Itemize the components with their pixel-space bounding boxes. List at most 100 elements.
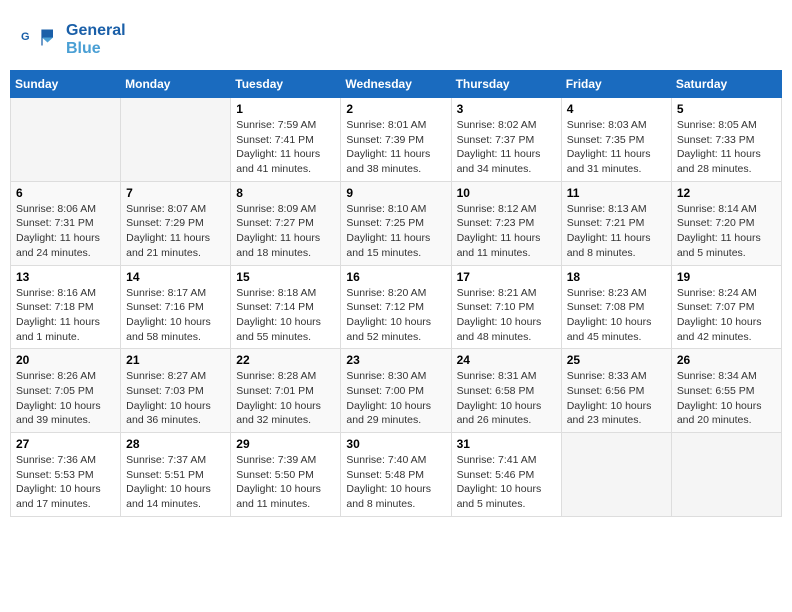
day-info: Sunrise: 8:34 AMSunset: 6:55 PMDaylight:… [677, 369, 776, 428]
calendar-cell: 8 Sunrise: 8:09 AMSunset: 7:27 PMDaylight… [231, 181, 341, 265]
day-number: 25 [567, 353, 666, 367]
calendar-cell: 23 Sunrise: 8:30 AMSunset: 7:00 PMDayligh… [341, 349, 451, 433]
calendar-cell [121, 98, 231, 182]
day-number: 22 [236, 353, 335, 367]
calendar-cell: 24 Sunrise: 8:31 AMSunset: 6:58 PMDayligh… [451, 349, 561, 433]
day-number: 20 [16, 353, 115, 367]
day-info: Sunrise: 8:27 AMSunset: 7:03 PMDaylight:… [126, 369, 225, 428]
day-info: Sunrise: 8:06 AMSunset: 7:31 PMDaylight:… [16, 202, 115, 261]
calendar-cell: 10 Sunrise: 8:12 AMSunset: 7:23 PMDayligh… [451, 181, 561, 265]
day-number: 18 [567, 270, 666, 284]
day-number: 12 [677, 186, 776, 200]
calendar-cell: 14 Sunrise: 8:17 AMSunset: 7:16 PMDayligh… [121, 265, 231, 349]
calendar-cell: 30Sunrise: 7:40 AMSunset: 5:48 PMDayligh… [341, 433, 451, 517]
day-number: 21 [126, 353, 225, 367]
day-info: Sunrise: 8:01 AMSunset: 7:39 PMDaylight:… [346, 118, 445, 177]
day-info: Sunrise: 8:30 AMSunset: 7:00 PMDaylight:… [346, 369, 445, 428]
day-info: Sunrise: 7:39 AMSunset: 5:50 PMDaylight:… [236, 453, 335, 512]
day-number: 5 [677, 102, 776, 116]
day-number: 16 [346, 270, 445, 284]
day-info: Sunrise: 8:16 AMSunset: 7:18 PMDaylight:… [16, 286, 115, 345]
calendar-cell: 2 Sunrise: 8:01 AMSunset: 7:39 PMDaylight… [341, 98, 451, 182]
day-number: 19 [677, 270, 776, 284]
day-number: 9 [346, 186, 445, 200]
calendar-cell: 27Sunrise: 7:36 AMSunset: 5:53 PMDayligh… [11, 433, 121, 517]
calendar-header-row: SundayMondayTuesdayWednesdayThursdayFrid… [11, 71, 782, 98]
day-number: 8 [236, 186, 335, 200]
calendar-cell: 11Sunrise: 8:13 AMSunset: 7:21 PMDayligh… [561, 181, 671, 265]
day-number: 24 [457, 353, 556, 367]
calendar-week-3: 13 Sunrise: 8:16 AMSunset: 7:18 PMDayligh… [11, 265, 782, 349]
calendar-cell: 5Sunrise: 8:05 AMSunset: 7:33 PMDaylight… [671, 98, 781, 182]
day-number: 3 [457, 102, 556, 116]
calendar-cell: 1 Sunrise: 7:59 AMSunset: 7:41 PMDaylight… [231, 98, 341, 182]
day-number: 28 [126, 437, 225, 451]
calendar-cell: 22Sunrise: 8:28 AMSunset: 7:01 PMDayligh… [231, 349, 341, 433]
calendar-cell: 31 Sunrise: 7:41 AMSunset: 5:46 PMDayligh… [451, 433, 561, 517]
day-number: 26 [677, 353, 776, 367]
weekday-header-friday: Friday [561, 71, 671, 98]
day-number: 31 [457, 437, 556, 451]
day-info: Sunrise: 8:17 AMSunset: 7:16 PMDaylight:… [126, 286, 225, 345]
day-info: Sunrise: 7:59 AMSunset: 7:41 PMDaylight:… [236, 118, 335, 177]
day-info: Sunrise: 8:02 AMSunset: 7:37 PMDaylight:… [457, 118, 556, 177]
day-info: Sunrise: 7:41 AMSunset: 5:46 PMDaylight:… [457, 453, 556, 512]
day-number: 4 [567, 102, 666, 116]
day-info: Sunrise: 8:23 AMSunset: 7:08 PMDaylight:… [567, 286, 666, 345]
logo-blue: Blue [66, 40, 101, 57]
day-number: 7 [126, 186, 225, 200]
day-number: 10 [457, 186, 556, 200]
calendar-cell: 29 Sunrise: 7:39 AMSunset: 5:50 PMDayligh… [231, 433, 341, 517]
day-number: 23 [346, 353, 445, 367]
day-info: Sunrise: 7:37 AMSunset: 5:51 PMDaylight:… [126, 453, 225, 512]
day-info: Sunrise: 8:26 AMSunset: 7:05 PMDaylight:… [16, 369, 115, 428]
day-info: Sunrise: 8:21 AMSunset: 7:10 PMDaylight:… [457, 286, 556, 345]
calendar-cell: 19 Sunrise: 8:24 AMSunset: 7:07 PMDayligh… [671, 265, 781, 349]
svg-text:G: G [21, 31, 30, 43]
logo-general: General [66, 22, 126, 39]
weekday-header-thursday: Thursday [451, 71, 561, 98]
calendar-cell: 12Sunrise: 8:14 AMSunset: 7:20 PMDayligh… [671, 181, 781, 265]
day-number: 29 [236, 437, 335, 451]
calendar-cell: 25 Sunrise: 8:33 AMSunset: 6:56 PMDayligh… [561, 349, 671, 433]
weekday-header-monday: Monday [121, 71, 231, 98]
calendar-cell: 16 Sunrise: 8:20 AMSunset: 7:12 PMDayligh… [341, 265, 451, 349]
calendar-cell: 6Sunrise: 8:06 AMSunset: 7:31 PMDaylight… [11, 181, 121, 265]
day-number: 30 [346, 437, 445, 451]
calendar-cell: 15 Sunrise: 8:18 AMSunset: 7:14 PMDayligh… [231, 265, 341, 349]
calendar-cell: 26 Sunrise: 8:34 AMSunset: 6:55 PMDayligh… [671, 349, 781, 433]
calendar-cell: 21 Sunrise: 8:27 AMSunset: 7:03 PMDayligh… [121, 349, 231, 433]
page-header: G General Blue [10, 10, 782, 65]
calendar-cell: 18 Sunrise: 8:23 AMSunset: 7:08 PMDayligh… [561, 265, 671, 349]
day-info: Sunrise: 8:12 AMSunset: 7:23 PMDaylight:… [457, 202, 556, 261]
day-number: 14 [126, 270, 225, 284]
day-info: Sunrise: 8:03 AMSunset: 7:35 PMDaylight:… [567, 118, 666, 177]
day-info: Sunrise: 8:10 AMSunset: 7:25 PMDaylight:… [346, 202, 445, 261]
calendar-cell: 3 Sunrise: 8:02 AMSunset: 7:37 PMDaylight… [451, 98, 561, 182]
weekday-header-tuesday: Tuesday [231, 71, 341, 98]
calendar-cell: 17 Sunrise: 8:21 AMSunset: 7:10 PMDayligh… [451, 265, 561, 349]
calendar-cell [671, 433, 781, 517]
calendar-week-4: 20 Sunrise: 8:26 AMSunset: 7:05 PMDayligh… [11, 349, 782, 433]
day-number: 27 [16, 437, 115, 451]
day-info: Sunrise: 8:09 AMSunset: 7:27 PMDaylight:… [236, 202, 335, 261]
day-info: Sunrise: 8:18 AMSunset: 7:14 PMDaylight:… [236, 286, 335, 345]
day-number: 2 [346, 102, 445, 116]
day-info: Sunrise: 8:31 AMSunset: 6:58 PMDaylight:… [457, 369, 556, 428]
day-info: Sunrise: 8:20 AMSunset: 7:12 PMDaylight:… [346, 286, 445, 345]
day-number: 13 [16, 270, 115, 284]
calendar-cell: 28 Sunrise: 7:37 AMSunset: 5:51 PMDayligh… [121, 433, 231, 517]
day-number: 1 [236, 102, 335, 116]
calendar-week-2: 6Sunrise: 8:06 AMSunset: 7:31 PMDaylight… [11, 181, 782, 265]
calendar-cell: 20 Sunrise: 8:26 AMSunset: 7:05 PMDayligh… [11, 349, 121, 433]
day-info: Sunrise: 8:24 AMSunset: 7:07 PMDaylight:… [677, 286, 776, 345]
calendar-cell [11, 98, 121, 182]
day-number: 15 [236, 270, 335, 284]
day-number: 17 [457, 270, 556, 284]
day-info: Sunrise: 8:13 AMSunset: 7:21 PMDaylight:… [567, 202, 666, 261]
logo-svg: G [20, 20, 60, 60]
weekday-header-sunday: Sunday [11, 71, 121, 98]
calendar-cell: 7Sunrise: 8:07 AMSunset: 7:29 PMDaylight… [121, 181, 231, 265]
calendar-cell: 13 Sunrise: 8:16 AMSunset: 7:18 PMDayligh… [11, 265, 121, 349]
day-info: Sunrise: 8:33 AMSunset: 6:56 PMDaylight:… [567, 369, 666, 428]
